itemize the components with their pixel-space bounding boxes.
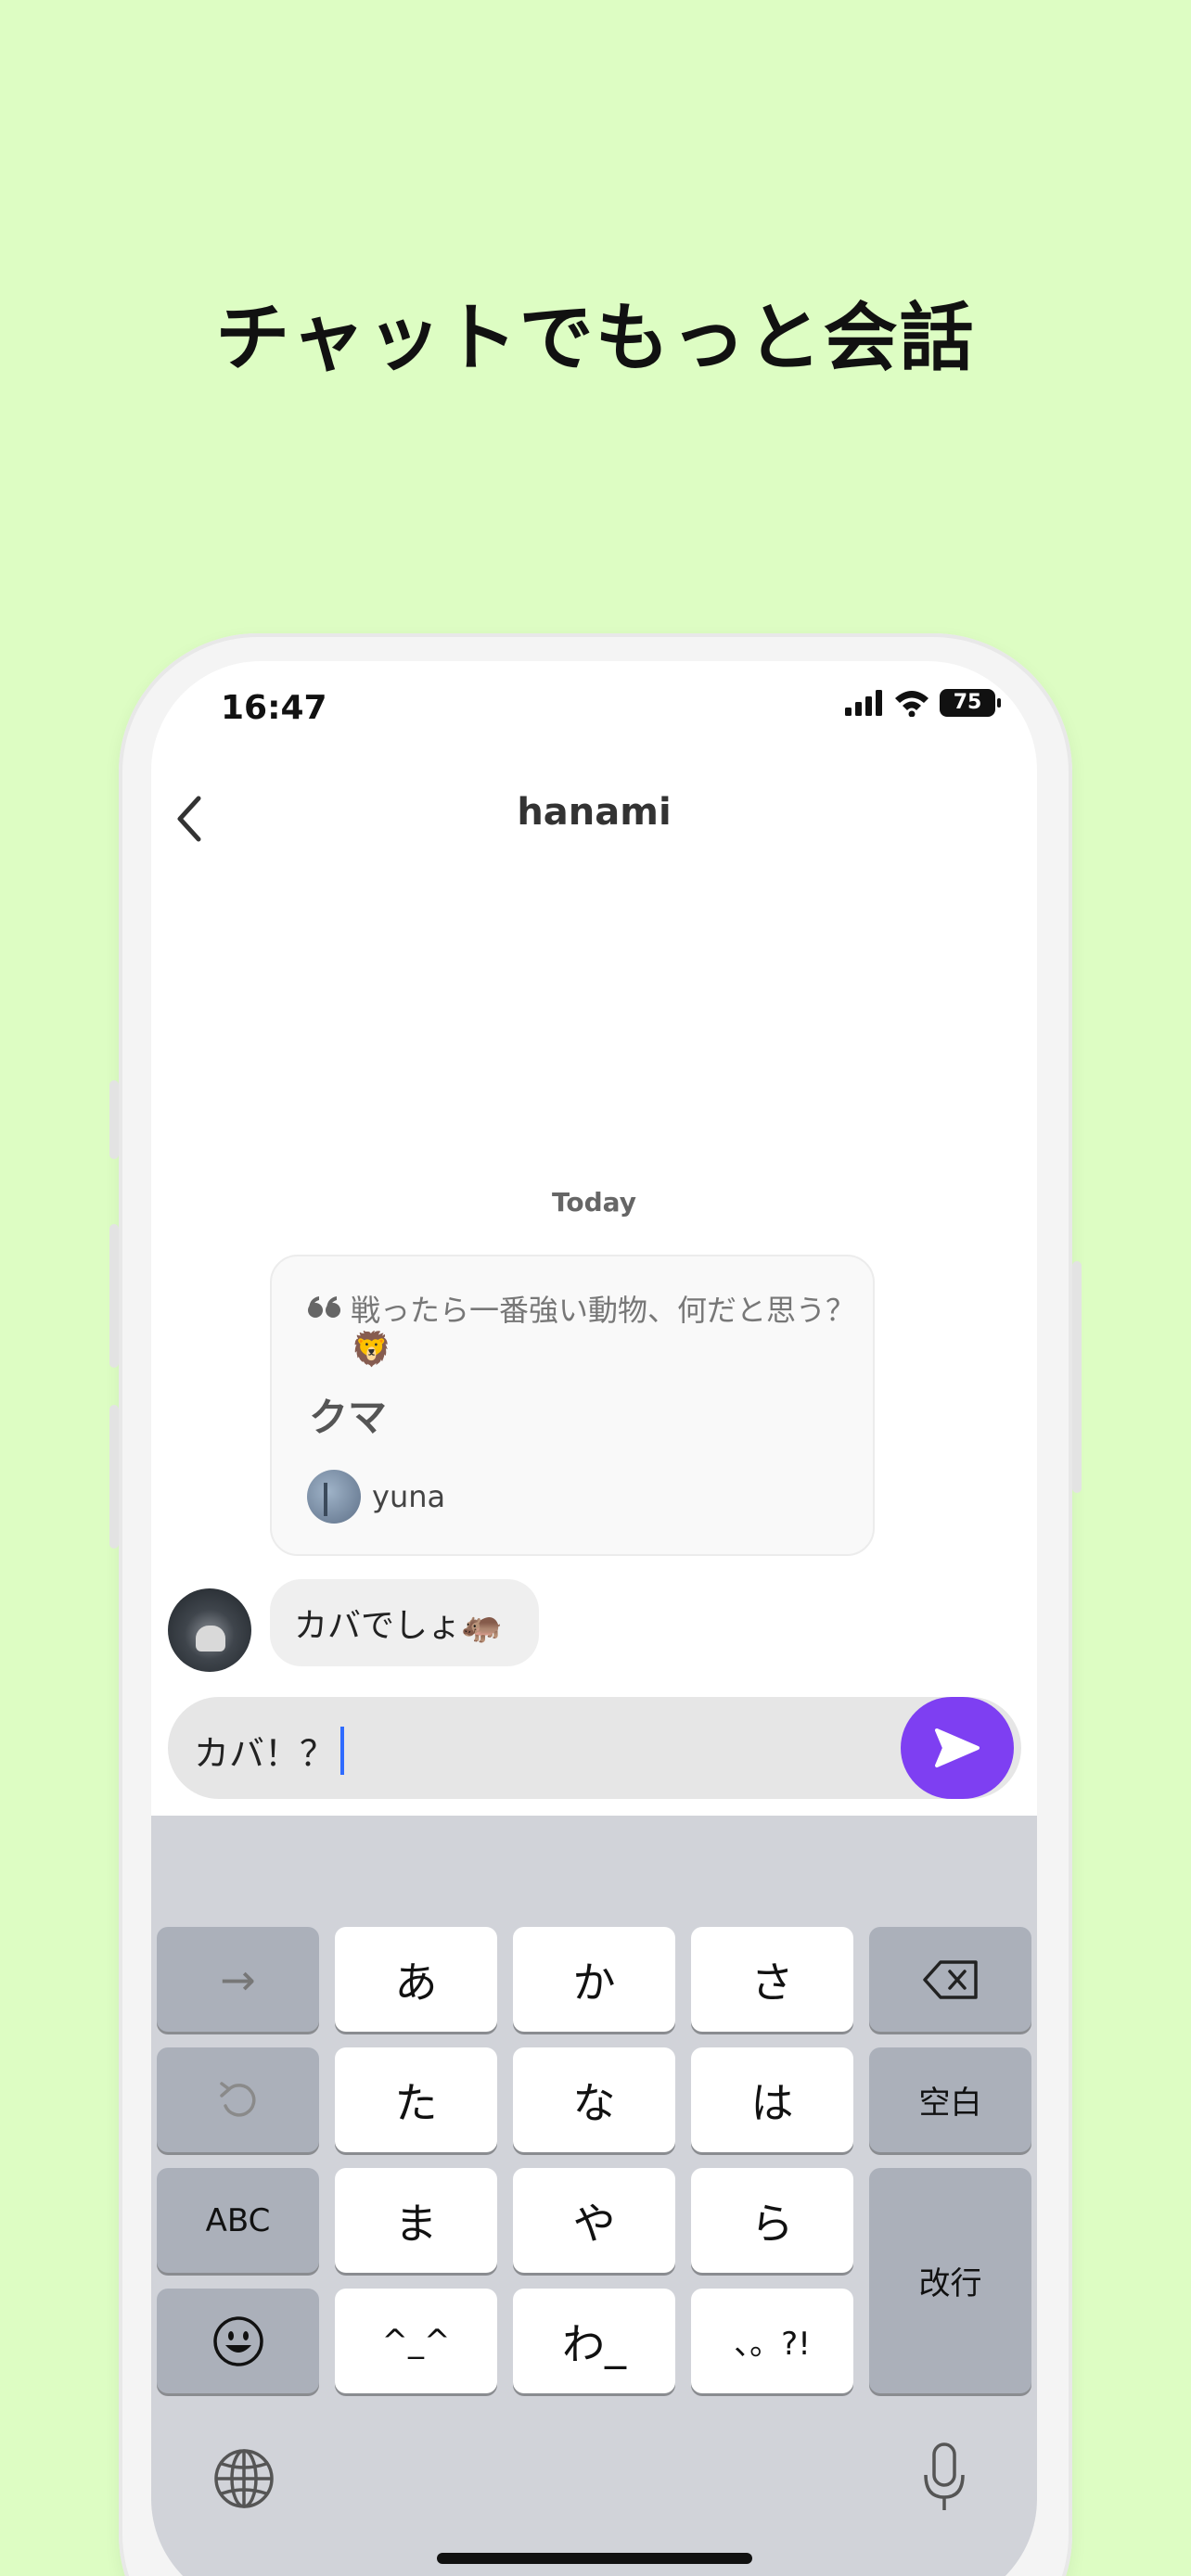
status-icons: 75	[845, 689, 1001, 717]
text-caret	[340, 1726, 345, 1775]
home-indicator	[437, 2553, 752, 2564]
key-ra[interactable]: ら	[691, 2168, 853, 2273]
quote-author[interactable]: yuna	[307, 1470, 445, 1524]
return-key[interactable]: 改行	[869, 2168, 1031, 2393]
key-wa[interactable]: わ_	[513, 2289, 675, 2393]
key-na[interactable]: な	[513, 2047, 675, 2152]
key-kaomoji[interactable]: ^_^	[335, 2289, 497, 2393]
key-ta[interactable]: た	[335, 2047, 497, 2152]
undo-key[interactable]	[157, 2047, 319, 2152]
key-ha[interactable]: は	[691, 2047, 853, 2152]
key-a[interactable]: あ	[335, 1927, 497, 2032]
send-icon	[935, 1728, 980, 1767]
page-title: hanami	[517, 791, 672, 834]
side-button-volume-up	[109, 1224, 119, 1368]
status-time: 16:47	[221, 689, 327, 727]
send-button[interactable]	[901, 1697, 1014, 1799]
smiley-icon	[212, 2315, 263, 2366]
emoji-key[interactable]	[157, 2289, 319, 2393]
quoted-question: 戦ったら一番強い動物、何だと思う？	[351, 1293, 856, 1328]
backspace-icon	[922, 1959, 978, 1999]
headline: チャットでもっと会話	[215, 295, 976, 381]
cellular-signal-icon	[845, 690, 882, 716]
space-key[interactable]: 空白	[869, 2047, 1031, 2152]
globe-button[interactable]	[211, 2446, 276, 2511]
lion-emoji: 🦁	[351, 1331, 392, 1369]
message-input-text: カバ！？	[194, 1733, 336, 1774]
delete-key[interactable]	[869, 1927, 1031, 2032]
key-punctuation[interactable]: 、。?!	[691, 2289, 853, 2393]
sender-avatar[interactable]	[168, 1588, 251, 1672]
wifi-icon	[895, 691, 928, 717]
date-separator: Today	[552, 1187, 636, 1218]
side-button-mute	[109, 1080, 119, 1159]
globe-icon	[214, 2449, 274, 2508]
key-sa[interactable]: さ	[691, 1927, 853, 2032]
abc-key[interactable]: ABC	[157, 2168, 319, 2273]
phone-screen: 16:47 75 hanami Today 戦ったら一番強い動物、何だと思う？ …	[151, 661, 1037, 2576]
key-ka[interactable]: か	[513, 1927, 675, 2032]
key-ya[interactable]: や	[513, 2168, 675, 2273]
keyboard: → あ か さ た な は 空白 ABC ま や ら 改行 ^_^ わ_ 、。?…	[151, 1816, 1037, 2576]
quoted-answer: クマ	[309, 1395, 388, 1440]
side-button-power	[1072, 1261, 1082, 1493]
battery-indicator: 75	[940, 689, 1001, 717]
message-bubble[interactable]: カバでしょ🦛	[270, 1579, 539, 1666]
key-ma[interactable]: ま	[335, 2168, 497, 2273]
quoted-post-card[interactable]: 戦ったら一番強い動物、何だと思う？ 🦁 クマ yuna	[270, 1255, 875, 1556]
username: yuna	[372, 1479, 446, 1514]
message-input[interactable]: カバ！？	[168, 1697, 1021, 1799]
avatar[interactable]	[307, 1470, 361, 1524]
side-button-volume-down	[109, 1405, 119, 1549]
undo-icon	[219, 2081, 255, 2117]
microphone-icon	[924, 2442, 965, 2510]
message-input-field[interactable]: カバ！？	[194, 1725, 345, 1776]
quote-icon	[308, 1296, 340, 1318]
key-arrow-right[interactable]: →	[157, 1927, 319, 2032]
dictation-button[interactable]	[921, 2442, 967, 2514]
